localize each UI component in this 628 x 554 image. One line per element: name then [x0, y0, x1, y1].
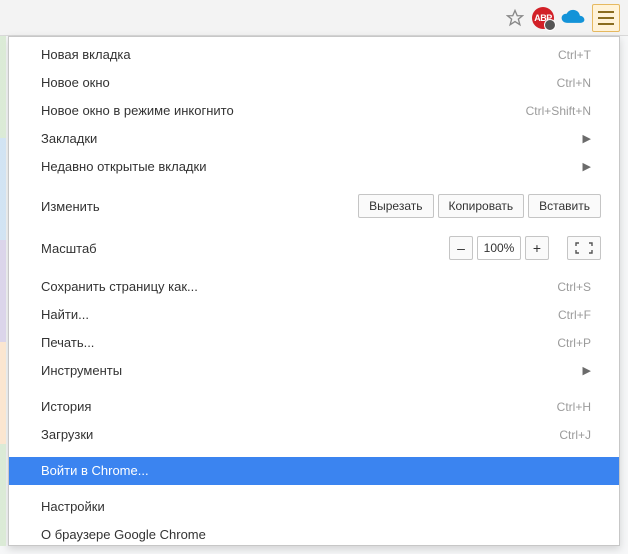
menu-edit-row: Изменить Вырезать Копировать Вставить	[9, 189, 619, 223]
menu-item-label: Загрузки	[41, 426, 559, 444]
menu-item-shortcut: Ctrl+T	[558, 46, 591, 64]
browser-toolbar: ABP	[0, 0, 628, 36]
menu-item-recent-tabs[interactable]: Недавно открытые вкладки ▶	[9, 153, 619, 181]
zoom-in-button[interactable]: +	[525, 236, 549, 260]
menu-item-new-window[interactable]: Новое окно Ctrl+N	[9, 69, 619, 97]
menu-item-about[interactable]: О браузере Google Chrome	[9, 521, 619, 546]
menu-item-label: Печать...	[41, 334, 557, 352]
menu-item-label: Недавно открытые вкладки	[41, 158, 571, 176]
menu-item-label: История	[41, 398, 557, 416]
menu-item-shortcut: Ctrl+N	[557, 74, 591, 92]
menu-item-save-as[interactable]: Сохранить страницу как... Ctrl+S	[9, 273, 619, 301]
menu-item-settings[interactable]: Настройки	[9, 493, 619, 521]
main-menu: Новая вкладка Ctrl+T Новое окно Ctrl+N Н…	[8, 36, 620, 546]
menu-item-label: О браузере Google Chrome	[41, 526, 591, 544]
menu-item-shortcut: Ctrl+Shift+N	[526, 102, 591, 120]
cut-button[interactable]: Вырезать	[358, 194, 433, 218]
star-icon[interactable]	[504, 7, 526, 29]
paste-button[interactable]: Вставить	[528, 194, 601, 218]
menu-item-shortcut: Ctrl+S	[557, 278, 591, 296]
submenu-caret-icon: ▶	[571, 362, 591, 380]
menu-item-label: Войти в Chrome...	[41, 462, 591, 480]
menu-item-label: Найти...	[41, 306, 558, 324]
menu-item-label: Масштаб	[41, 241, 439, 256]
menu-item-downloads[interactable]: Загрузки Ctrl+J	[9, 421, 619, 449]
menu-item-incognito[interactable]: Новое окно в режиме инкогнито Ctrl+Shift…	[9, 97, 619, 125]
menu-item-bookmarks[interactable]: Закладки ▶	[9, 125, 619, 153]
menu-item-label: Изменить	[41, 199, 344, 214]
cloud-extension-icon[interactable]	[560, 9, 586, 27]
abp-extension-icon[interactable]: ABP	[532, 7, 554, 29]
menu-button[interactable]	[592, 4, 620, 32]
menu-item-label: Новое окно	[41, 74, 557, 92]
background-page-stripe	[0, 36, 6, 546]
menu-item-label: Сохранить страницу как...	[41, 278, 557, 296]
zoom-controls: – 100% +	[449, 236, 549, 260]
menu-item-shortcut: Ctrl+P	[557, 334, 591, 352]
menu-item-label: Закладки	[41, 130, 571, 148]
menu-item-label: Настройки	[41, 498, 591, 516]
menu-item-label: Новое окно в режиме инкогнито	[41, 102, 526, 120]
copy-button[interactable]: Копировать	[438, 194, 525, 218]
menu-item-label: Инструменты	[41, 362, 571, 380]
fullscreen-button[interactable]	[567, 236, 601, 260]
menu-item-sign-in[interactable]: Войти в Chrome...	[9, 457, 619, 485]
menu-item-history[interactable]: История Ctrl+H	[9, 393, 619, 421]
menu-item-new-tab[interactable]: Новая вкладка Ctrl+T	[9, 41, 619, 69]
submenu-caret-icon: ▶	[571, 158, 591, 176]
menu-item-shortcut: Ctrl+H	[557, 398, 591, 416]
menu-item-shortcut: Ctrl+J	[559, 426, 591, 444]
zoom-out-button[interactable]: –	[449, 236, 473, 260]
menu-zoom-row: Масштаб – 100% +	[9, 231, 619, 265]
menu-item-print[interactable]: Печать... Ctrl+P	[9, 329, 619, 357]
zoom-value: 100%	[477, 236, 521, 260]
submenu-caret-icon: ▶	[571, 130, 591, 148]
menu-item-label: Новая вкладка	[41, 46, 558, 64]
menu-item-shortcut: Ctrl+F	[558, 306, 591, 324]
menu-item-find[interactable]: Найти... Ctrl+F	[9, 301, 619, 329]
menu-item-tools[interactable]: Инструменты ▶	[9, 357, 619, 385]
edit-button-group: Вырезать Копировать Вставить	[358, 194, 601, 218]
